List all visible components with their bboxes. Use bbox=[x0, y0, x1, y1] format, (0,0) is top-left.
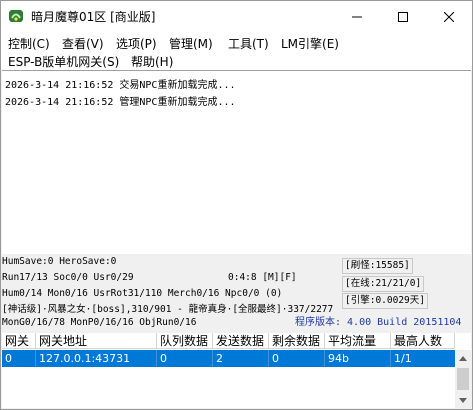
status-humsave: HumSave:0 HeroSave:0 bbox=[2, 256, 117, 267]
main-window: 暗月魔尊01区 [商业版] 控制(C) 查看(V) 选项(P) 管理(M) 工具… bbox=[0, 0, 473, 410]
cell-max-users: 1/1 bbox=[394, 352, 412, 365]
menu-tools[interactable]: 工具(T) bbox=[228, 35, 269, 52]
cell-queue: 0 bbox=[157, 350, 213, 367]
chevron-up-icon bbox=[459, 355, 467, 361]
scroll-down-button[interactable] bbox=[455, 392, 471, 408]
log-line: 2026-3-14 21:16:52 交易NPC重新加载完成... bbox=[5, 80, 236, 91]
status-engine: [引擎:0.0029天] bbox=[342, 293, 428, 309]
cell-avg-traffic: 94b bbox=[325, 350, 391, 367]
chevron-down-icon bbox=[459, 397, 467, 403]
status-panel: HumSave:0 HeroSave:0 Run17/13 Soc0/0 Usr… bbox=[1, 254, 472, 333]
app-logo-icon bbox=[8, 8, 24, 24]
cell-sent: 2 bbox=[213, 350, 269, 367]
status-run: Run17/13 Soc0/0 Usr0/29 bbox=[2, 272, 134, 283]
menu-view[interactable]: 查看(V) bbox=[62, 35, 104, 52]
column-header[interactable]: 平均流量 bbox=[325, 333, 391, 349]
status-hum: Hum0/14 Mon0/16 UsrRot31/110 Merch0/16 N… bbox=[2, 288, 283, 299]
status-monster-count: [刷怪:15585] bbox=[342, 258, 413, 274]
scroll-thumb[interactable] bbox=[457, 368, 469, 390]
column-header[interactable]: 剩余数据 bbox=[269, 333, 325, 349]
menu-manage[interactable]: 管理(M) bbox=[169, 35, 213, 52]
table-header: 网关 网关地址 队列数据 发送数据 剩余数据 平均流量 最高人数 bbox=[2, 333, 471, 350]
close-button[interactable] bbox=[426, 1, 472, 32]
status-mon: MonG0/16/78 MonP0/16/16 ObjRun0/16 bbox=[2, 317, 197, 328]
column-header[interactable]: 网关地址 bbox=[36, 333, 157, 349]
column-header[interactable]: 队列数据 bbox=[157, 333, 213, 349]
menu-help[interactable]: 帮助(H) bbox=[131, 53, 173, 70]
cell-gateway: 0 bbox=[2, 350, 36, 367]
menu-control[interactable]: 控制(C) bbox=[8, 35, 50, 52]
menu-esp-gateway[interactable]: ESP-B版单机网关(S) bbox=[8, 53, 119, 70]
maximize-button[interactable] bbox=[380, 1, 426, 32]
title-bar[interactable]: 暗月魔尊01区 [商业版] bbox=[1, 1, 472, 32]
column-header[interactable]: 发送数据 bbox=[213, 333, 269, 349]
column-header[interactable]: 网关 bbox=[2, 333, 36, 349]
version-label: 程序版本: 4.00 Build 20151104 bbox=[295, 317, 462, 328]
status-online: [在线:21/21/0] bbox=[342, 276, 425, 292]
menu-lm-engine[interactable]: LM引擎(E) bbox=[281, 35, 339, 52]
status-boss: [神话级]·风暴之女·[boss],310/901 - 龍帝真身·[全服最终]·… bbox=[2, 304, 334, 315]
minimize-button[interactable] bbox=[334, 1, 380, 32]
column-header[interactable]: 最高人数 bbox=[391, 333, 455, 349]
maximize-icon bbox=[398, 11, 408, 22]
gateway-table: 网关 网关地址 队列数据 发送数据 剩余数据 平均流量 最高人数 0 127.0… bbox=[2, 333, 471, 408]
log-line: 2026-3-14 21:16:52 管理NPC重新加载完成... bbox=[5, 97, 236, 108]
minimize-icon bbox=[352, 16, 362, 17]
menu-bar: 控制(C) 查看(V) 选项(P) 管理(M) 工具(T) LM引擎(E) ES… bbox=[1, 32, 472, 70]
scroll-up-button[interactable] bbox=[455, 350, 471, 366]
menu-options[interactable]: 选项(P) bbox=[116, 35, 157, 52]
close-icon bbox=[444, 11, 454, 22]
status-ratio: 0:4:8 [M][F] bbox=[228, 272, 297, 283]
table-scrollbar[interactable] bbox=[455, 350, 471, 408]
log-panel[interactable]: 2026-3-14 21:16:52 交易NPC重新加载完成... 2026-3… bbox=[2, 70, 471, 255]
cell-address: 127.0.0.1:43731 bbox=[36, 350, 157, 367]
table-row[interactable]: 0 127.0.0.1:43731 0 2 0 94b 1/1 bbox=[2, 350, 455, 367]
cell-remaining: 0 bbox=[269, 350, 325, 367]
window-title: 暗月魔尊01区 [商业版] bbox=[31, 10, 156, 24]
